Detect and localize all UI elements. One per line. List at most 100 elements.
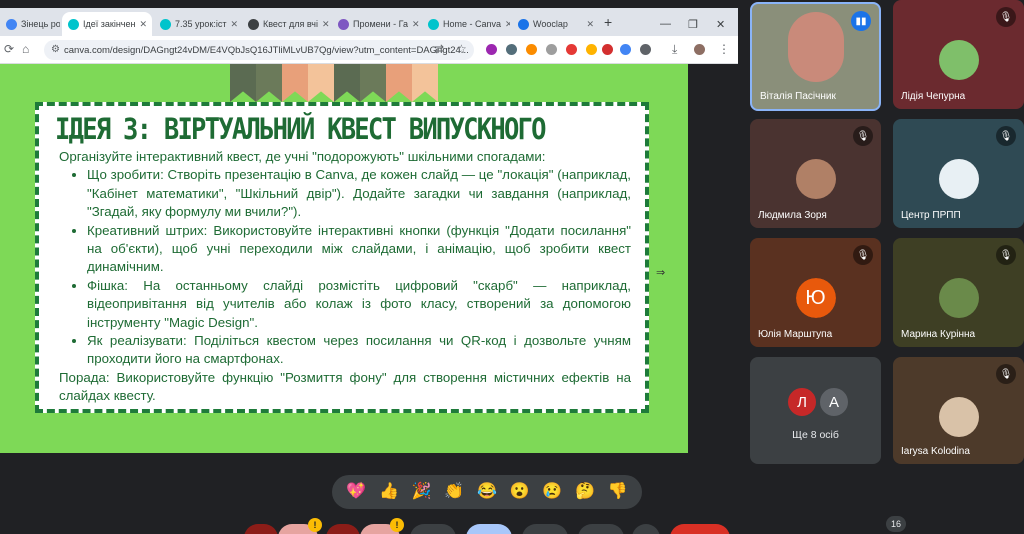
address-bar[interactable]: ⚙ canva.com/design/DAGngt24vDM/E4VQbJsQ1… [44,40,474,60]
warning-icon: ! [308,518,322,532]
browser-tab[interactable]: Home - Canva ✕ [422,12,510,36]
profile-avatar[interactable] [694,44,705,55]
extension-red-icon[interactable] [602,44,613,55]
more-options-icon[interactable]: ⋮ [718,42,730,56]
reaction-sad-icon[interactable]: 😢 [542,484,562,500]
bunting-flag [386,64,412,102]
browser-tab-active[interactable]: Ідеї закінчен ✕ [62,12,152,36]
close-icon[interactable]: ✕ [412,19,420,30]
participant-avatar: Ю [795,278,836,318]
bunting-flag [412,64,438,102]
translate-icon[interactable]: ⇄ [434,42,444,56]
participant-tile[interactable]: ▮▮ Віталія Пасічник [750,2,881,111]
tab-favicon-icon [248,18,259,30]
browser-tab[interactable]: 7.35 урок:іст ✕ [154,12,240,36]
slide-intro: Організуйте інтерактивний квест, де учні… [59,149,546,164]
reaction-clap-icon[interactable]: 👏 [444,484,464,500]
participant-avatar [795,159,836,199]
slide-title: ІДЕЯ 3: ВІРТУАЛЬНИЙ КВЕСТ ВИПУСКНОГО [55,112,547,146]
more-participants-tile[interactable]: Л А Ще 8 осіб [750,357,881,464]
extension-menu-icon[interactable] [640,44,651,55]
browser-tab[interactable]: Зінець ронь [0,12,60,36]
participant-tile[interactable]: 🎙 Марина Курінна [893,238,1024,347]
browser-tab-bar: Зінець ронь Ідеї закінчен ✕ 7.35 урок:іс… [0,8,738,36]
participant-video [787,12,844,82]
close-icon[interactable]: ✕ [231,19,239,30]
participant-tile[interactable]: 🎙 Центр ПРПП [893,119,1024,228]
tab-favicon-icon [518,18,529,30]
bunting-flag [308,64,334,102]
participant-avatar [938,278,979,318]
close-window-icon[interactable]: ✕ [716,18,725,31]
download-icon[interactable]: ⤓ [672,42,677,57]
reaction-thinking-icon[interactable]: 🤔 [575,484,595,500]
maximize-icon[interactable]: ❐ [688,18,698,31]
close-icon[interactable]: ✕ [505,19,510,30]
avatar-letter: А [818,386,850,418]
bunting-flag [360,64,386,102]
participant-tile[interactable]: 🎙 Ю Юлія Марштупа [750,238,881,347]
reaction-party-icon[interactable]: 🎉 [412,484,432,500]
bunting-flag [334,64,360,102]
bunting-flag [230,64,256,102]
shared-screen: Зінець ронь Ідеї закінчен ✕ 7.35 урок:іс… [0,0,738,454]
browser-tab[interactable]: Wooclap ✕ [512,12,600,36]
more-avatars: Л А [786,386,850,422]
close-icon[interactable]: ✕ [139,19,147,30]
bookmark-star-icon[interactable]: ☆ [456,42,467,56]
participant-tile[interactable]: 🎙 Iarysa Kolodina [893,357,1024,464]
home-icon[interactable]: ⌂ [22,42,29,56]
camera-button[interactable] [326,524,360,534]
minimize-icon[interactable]: — [660,18,671,30]
site-info-icon[interactable]: ⚙ [51,44,60,55]
participant-name: Віталія Пасічник [760,91,836,102]
participant-tile[interactable]: 🎙 Людмила Зоря [750,119,881,228]
tab-label: Ідеї закінчен [83,19,136,29]
participant-tile[interactable]: 🎙 Лідія Чепурна [893,0,1024,109]
browser-tab[interactable]: Квест для вчі ✕ [242,12,330,36]
mic-button[interactable] [244,524,278,534]
participant-count-badge[interactable]: 16 [886,516,906,532]
participant-name: Центр ПРПП [901,210,961,221]
more-options-button[interactable] [632,524,660,534]
captions-button[interactable] [410,524,456,534]
canva-slide-page: ІДЕЯ 3: ВІРТУАЛЬНИЙ КВЕСТ ВИПУСКНОГО Орг… [0,64,688,453]
bunting-flag [256,64,282,102]
url-text: canva.com/design/DAGngt24vDM/E4VQbJsQ16J… [64,44,469,56]
participant-name: Юлія Марштупа [758,329,833,340]
new-tab-icon[interactable]: + [604,14,612,30]
raise-hand-button[interactable] [578,524,624,534]
participant-avatar [938,159,979,199]
extension-camera-icon[interactable] [546,44,557,55]
close-icon[interactable]: ✕ [586,19,594,30]
reactions-bar: 💖 👍 🎉 👏 😂 😮 😢 🤔 👎 [332,475,642,509]
mic-off-icon: 🎙 [853,245,873,265]
browser-tab[interactable]: Промени - Га ✕ [332,12,420,36]
extension-color-icon[interactable] [526,44,537,55]
reaction-heart-icon[interactable]: 💖 [346,484,366,500]
tab-label: Home - Canva [443,19,502,29]
slide-bullet-list: Що зробити: Створіть презентацію в Canva… [59,166,631,368]
participant-name: Iarysa Kolodina [901,446,970,457]
reaction-laugh-icon[interactable]: 😂 [477,484,497,500]
emoji-button[interactable] [466,524,512,534]
participant-name: Людмила Зоря [758,210,827,221]
mouse-cursor-icon: ⇒ [656,267,666,279]
present-button[interactable] [522,524,568,534]
reaction-surprised-icon[interactable]: 😮 [510,484,530,500]
extension-google-icon[interactable] [620,44,631,55]
tab-label: Промени - Га [353,19,409,29]
tab-favicon-icon [6,18,17,30]
close-icon[interactable]: ✕ [322,19,330,30]
extension-pen-icon[interactable] [486,44,497,55]
reaction-thumbs-up-icon[interactable]: 👍 [379,484,399,500]
extension-marker-icon[interactable] [566,44,577,55]
reaction-thumbs-down-icon[interactable]: 👎 [608,484,628,500]
tab-label: Зінець ронь [21,19,60,29]
extension-puzzle-icon[interactable] [586,44,597,55]
slide-bullet: Що зробити: Створіть презентацію в Canva… [87,166,631,221]
reload-icon[interactable]: ⟳ [4,42,14,56]
extension-globe-icon[interactable] [506,44,517,55]
participant-name: Лідія Чепурна [901,91,966,102]
leave-call-button[interactable] [670,524,730,534]
